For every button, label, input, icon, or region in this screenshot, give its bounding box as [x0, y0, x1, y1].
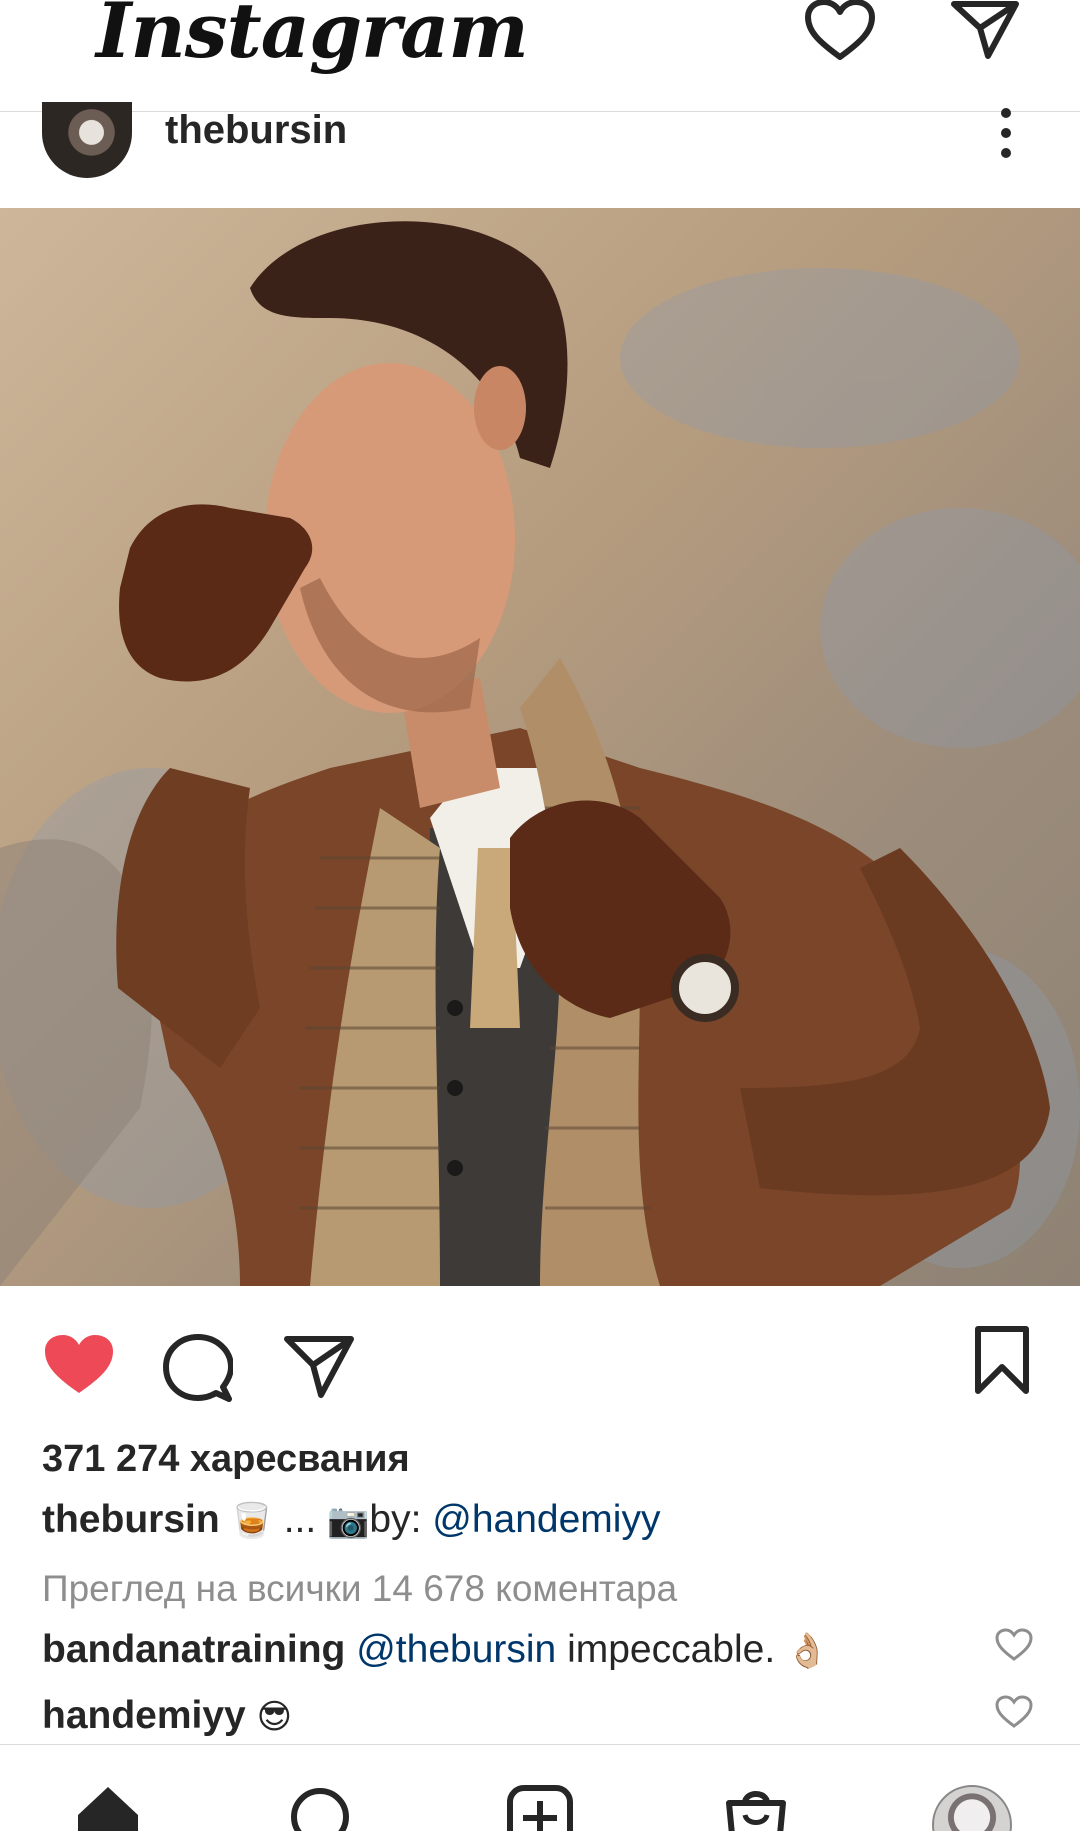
home-icon[interactable] [68, 1785, 148, 1831]
comment-like-heart-icon[interactable] [995, 1628, 1033, 1662]
post-actions-row [0, 1300, 1080, 1410]
caption-emoji-camera: 📷 [327, 1501, 370, 1541]
instagram-feed-screen: Instagram thebursin 371 274 харесвания t… [0, 0, 1080, 1831]
comment-mention[interactable]: @thebursin [356, 1628, 556, 1671]
top-app-bar: Instagram [0, 0, 1080, 112]
comment-username[interactable]: handemiyy [42, 1694, 246, 1737]
activity-heart-icon[interactable] [800, 0, 880, 60]
comment-emoji: 😎 [256, 1697, 293, 1737]
direct-send-icon[interactable] [945, 0, 1025, 60]
likes-count[interactable]: 371 274 харесвания [42, 1438, 410, 1481]
new-post-icon[interactable] [500, 1785, 580, 1831]
post-author-avatar[interactable] [42, 102, 132, 178]
bottom-navigation-bar [0, 1744, 1080, 1831]
caption-by-text: by: [369, 1498, 433, 1541]
like-heart-filled-icon[interactable] [40, 1330, 118, 1400]
caption-emoji-glass: 🥃 [230, 1501, 273, 1541]
caption-username[interactable]: thebursin [42, 1498, 220, 1541]
more-options-icon[interactable] [990, 108, 1022, 158]
post-caption: thebursin 🥃 ... 📷by: @handemiyy [42, 1498, 660, 1542]
shop-icon[interactable] [716, 1785, 796, 1831]
post-author-username[interactable]: thebursin [165, 108, 347, 153]
search-icon[interactable] [280, 1785, 360, 1831]
post-photo[interactable] [0, 208, 1080, 1286]
comment-text: impeccable. [556, 1628, 787, 1671]
comment-like-heart-icon[interactable] [995, 1695, 1033, 1729]
profile-avatar[interactable] [932, 1785, 1012, 1831]
comment-icon[interactable] [162, 1332, 234, 1404]
share-icon[interactable] [282, 1332, 356, 1402]
comment-item: handemiyy 😎 [42, 1694, 292, 1738]
post-header: thebursin [0, 98, 1080, 198]
caption-ellipsis[interactable]: ... [273, 1498, 327, 1541]
caption-mention[interactable]: @handemiyy [432, 1498, 660, 1541]
comment-username[interactable]: bandanatraining [42, 1628, 345, 1671]
save-bookmark-icon[interactable] [970, 1324, 1034, 1396]
view-all-comments-link[interactable]: Преглед на всички 14 678 коментара [42, 1568, 677, 1610]
comment-emoji: 👌🏼 [786, 1631, 829, 1671]
instagram-logo[interactable]: Instagram [96, 0, 529, 75]
comment-item: bandanatraining @thebursin impeccable. 👌… [42, 1628, 828, 1672]
